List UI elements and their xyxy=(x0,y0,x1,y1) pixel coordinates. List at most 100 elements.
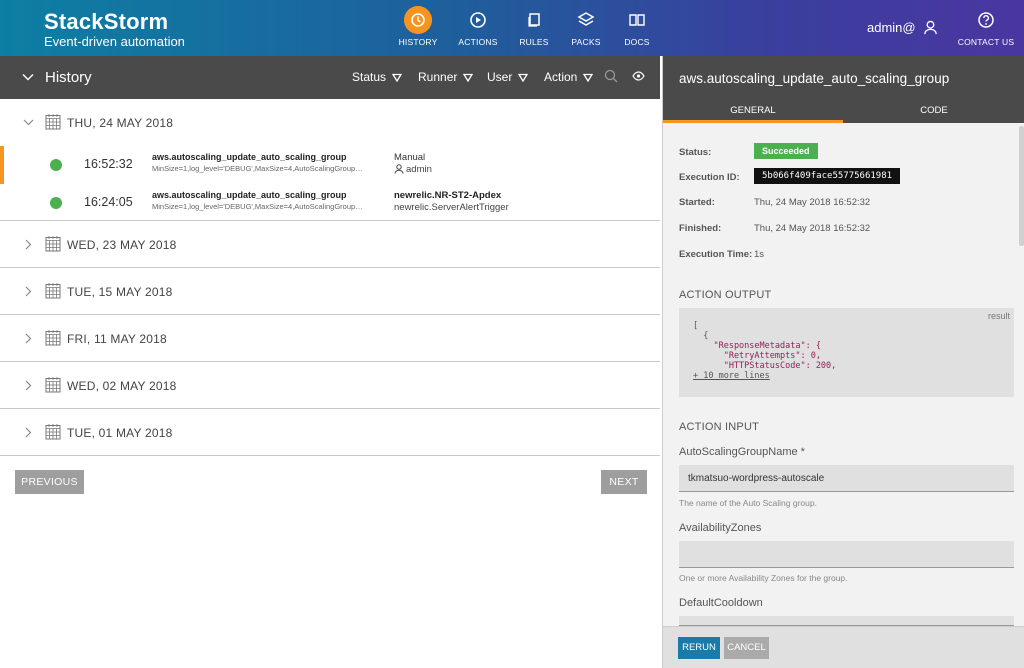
active-tab-indicator xyxy=(663,120,843,123)
show-more-lines-link[interactable]: + 10 more lines xyxy=(693,371,770,381)
default-cooldown-field[interactable] xyxy=(679,616,1014,626)
day-group-header[interactable]: WED, 23 MAY 2018 xyxy=(0,221,660,268)
chevron-down-icon xyxy=(23,119,34,126)
filter-dropdown-icon xyxy=(518,73,529,83)
filter-user-label: User xyxy=(487,70,513,84)
execution-time: 16:24:05 xyxy=(84,195,133,209)
details-title: aws.autoscaling_update_auto_scaling_grou… xyxy=(663,56,1024,99)
nav-contact-us[interactable]: CONTACT US xyxy=(956,8,1016,47)
history-icon xyxy=(404,6,432,34)
user-menu[interactable]: admin@ xyxy=(867,20,938,35)
day-label: WED, 02 MAY 2018 xyxy=(67,379,177,393)
docs-icon xyxy=(629,14,645,26)
rerun-button[interactable]: RERUN xyxy=(678,637,720,659)
user-icon xyxy=(924,20,938,35)
next-page-button[interactable]: NEXT xyxy=(601,470,647,494)
day-group-header[interactable]: THU, 24 MAY 2018 xyxy=(0,99,660,146)
day-group-header[interactable]: TUE, 01 MAY 2018 xyxy=(0,409,660,456)
execution-row[interactable]: 16:52:32 aws.autoscaling_update_auto_sca… xyxy=(0,146,660,184)
logo-title: StackStorm xyxy=(44,9,169,34)
finished-label: Finished: xyxy=(679,223,722,234)
execution-id-label: Execution ID: xyxy=(679,172,740,183)
chevron-right-icon xyxy=(25,427,32,438)
packs-icon xyxy=(577,12,595,26)
nav-docs[interactable]: DOCS xyxy=(607,8,667,47)
nav-packs-label: PACKS xyxy=(571,37,601,47)
filter-dropdown-icon xyxy=(463,73,474,83)
started-value: Thu, 24 May 2018 16:52:32 xyxy=(754,197,871,208)
execution-params: MinSize=1,log_level='DEBUG',MaxSize=4,Au… xyxy=(152,164,368,173)
filter-action[interactable]: Action xyxy=(544,70,594,84)
action-input-heading: ACTION INPUT xyxy=(679,421,760,433)
help-icon xyxy=(978,12,994,28)
nav-actions[interactable]: ACTIONS xyxy=(448,8,508,47)
filter-dropdown-icon xyxy=(391,73,403,83)
chevron-right-icon xyxy=(25,286,32,297)
chevron-right-icon xyxy=(25,333,32,344)
started-label: Started: xyxy=(679,197,715,208)
search-icon[interactable] xyxy=(604,69,618,83)
details-tabs: GENERAL CODE xyxy=(663,99,1024,123)
execution-time-label: Execution Time: xyxy=(679,249,753,260)
execution-details-panel: aws.autoscaling_update_auto_scaling_grou… xyxy=(662,56,1024,668)
day-group-header[interactable]: FRI, 11 MAY 2018 xyxy=(0,315,660,362)
filter-user[interactable]: User xyxy=(487,70,529,84)
nav-rules[interactable]: RULES xyxy=(504,8,564,47)
chevron-right-icon xyxy=(25,239,32,250)
input-label: AutoScalingGroupName * xyxy=(679,446,805,458)
calendar-icon xyxy=(45,114,61,130)
action-output-box: result [ { "ResponseMetadata": { "RetryA… xyxy=(679,308,1014,397)
cancel-button[interactable]: CANCEL xyxy=(724,637,769,659)
eye-icon[interactable] xyxy=(632,71,645,81)
scrollbar[interactable] xyxy=(1019,126,1024,246)
tab-code[interactable]: CODE xyxy=(844,105,1024,116)
input-label: DefaultCooldown xyxy=(679,597,763,609)
username: admin@ xyxy=(867,20,916,35)
input-help: One or more Availability Zones for the g… xyxy=(679,573,848,583)
day-label: TUE, 01 MAY 2018 xyxy=(67,426,173,440)
nav-rules-label: RULES xyxy=(519,37,549,47)
calendar-icon xyxy=(45,283,61,299)
calendar-icon xyxy=(45,377,61,393)
nav-history[interactable]: HISTORY xyxy=(388,6,448,47)
filter-status[interactable]: Status xyxy=(352,70,403,84)
nav-docs-label: DOCS xyxy=(624,37,650,47)
status-succeeded-dot xyxy=(50,197,62,209)
filter-action-label: Action xyxy=(544,70,578,84)
execution-action: aws.autoscaling_update_auto_scaling_grou… xyxy=(152,190,347,200)
status-label: Status: xyxy=(679,147,712,158)
tab-general[interactable]: GENERAL xyxy=(663,105,843,116)
execution-trigger-user: admin xyxy=(394,164,432,175)
filter-runner-label: Runner xyxy=(418,70,458,84)
previous-page-button[interactable]: PREVIOUS xyxy=(15,470,84,494)
execution-time-value: 1s xyxy=(754,249,765,260)
code-line: "ResponseMetadata": { xyxy=(693,341,821,351)
calendar-icon xyxy=(45,424,61,440)
user-icon xyxy=(394,164,404,174)
day-label: WED, 23 MAY 2018 xyxy=(67,238,177,252)
day-group-header[interactable]: TUE, 15 MAY 2018 xyxy=(0,268,660,315)
execution-params: MinSize=1,log_level='DEBUG',MaxSize=4,Au… xyxy=(152,202,368,211)
availability-zones-field[interactable] xyxy=(679,541,1014,568)
autoscaling-group-name-field[interactable]: tkmatsuo-wordpress-autoscale xyxy=(679,465,1014,492)
execution-trigger-type: Manual xyxy=(394,152,426,163)
day-group-header[interactable]: WED, 02 MAY 2018 xyxy=(0,362,660,409)
code-line: "RetryAttempts": 0, xyxy=(693,351,821,361)
execution-time: 16:52:32 xyxy=(84,157,133,171)
rules-icon xyxy=(528,13,540,27)
chevron-down-icon[interactable] xyxy=(22,71,34,83)
input-label: AvailabilityZones xyxy=(679,522,762,534)
execution-action: aws.autoscaling_update_auto_scaling_grou… xyxy=(152,152,347,162)
history-panel: History Status Runner User Action THU, 2… xyxy=(0,56,660,668)
filter-runner[interactable]: Runner xyxy=(418,70,474,84)
execution-trigger-rule: newrelic.NR-ST2-Apdex xyxy=(394,190,502,201)
logo-subtitle: Event-driven automation xyxy=(44,34,185,49)
code-line: [ xyxy=(693,321,699,331)
execution-row[interactable]: 16:24:05 aws.autoscaling_update_auto_sca… xyxy=(0,184,660,221)
status-succeeded-dot xyxy=(50,159,62,171)
code-line: "HTTPStatusCode": 200, xyxy=(693,361,837,371)
history-toolbar: History Status Runner User Action xyxy=(0,56,660,99)
history-title: History xyxy=(45,69,92,86)
execution-trigger-user-label: admin xyxy=(406,164,432,175)
stackstorm-logo[interactable]: StackStorm Event-driven automation xyxy=(44,9,185,49)
